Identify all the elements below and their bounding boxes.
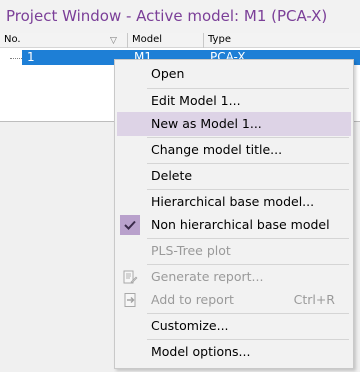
column-header-model-label: Model	[132, 34, 163, 45]
menu-item-open[interactable]: Open	[117, 62, 351, 86]
add-to-report-icon	[120, 290, 140, 310]
generate-report-icon	[120, 267, 140, 287]
menu-item-label: Non hierarchical base model	[151, 217, 330, 232]
menu-item-add-to-report[interactable]: Add to report Ctrl+R	[117, 288, 351, 312]
sort-indicator-icon: ▽	[110, 36, 117, 46]
row-number: 1	[27, 50, 35, 64]
column-header-type[interactable]: Type	[204, 33, 360, 48]
menu-item-label: PLS-Tree plot	[151, 243, 231, 258]
grid-header: No. ▽ Model Type	[0, 33, 360, 48]
menu-item-pls-tree-plot[interactable]: PLS-Tree plot	[117, 239, 351, 263]
menu-item-label: New as Model 1...	[151, 116, 262, 131]
column-header-no[interactable]: No. ▽	[0, 33, 128, 48]
column-header-model[interactable]: Model	[128, 33, 204, 48]
menu-item-generate-report[interactable]: Generate report...	[117, 265, 351, 289]
menu-item-delete[interactable]: Delete	[117, 164, 351, 188]
menu-item-label: Generate report...	[151, 269, 264, 284]
menu-item-model-options[interactable]: Model options...	[117, 340, 351, 364]
menu-item-edit-model[interactable]: Edit Model 1...	[117, 89, 351, 113]
menu-item-shortcut: Ctrl+R	[293, 292, 335, 307]
menu-item-non-hierarchical-base-model[interactable]: Non hierarchical base model	[117, 213, 351, 237]
menu-item-label: Edit Model 1...	[151, 93, 241, 108]
menu-item-label: Hierarchical base model...	[151, 194, 315, 209]
context-menu: Open Edit Model 1... New as Model 1... C…	[114, 59, 354, 369]
menu-item-label: Delete	[151, 168, 193, 183]
checkmark-icon	[120, 215, 140, 235]
menu-item-label: Add to report	[151, 292, 234, 307]
column-header-type-label: Type	[208, 34, 231, 45]
menu-item-hierarchical-base-model[interactable]: Hierarchical base model...	[117, 190, 351, 214]
tree-connector-line	[10, 58, 22, 59]
menu-item-label: Change model title...	[151, 142, 283, 157]
menu-item-new-as-model[interactable]: New as Model 1...	[117, 112, 351, 136]
window-title: Project Window - Active model: M1 (PCA-X…	[0, 0, 360, 33]
menu-item-change-model-title[interactable]: Change model title...	[117, 138, 351, 162]
menu-item-customize[interactable]: Customize...	[117, 314, 351, 338]
menu-item-label: Customize...	[151, 318, 229, 333]
column-header-no-label: No.	[4, 34, 21, 45]
menu-item-label: Model options...	[151, 344, 251, 359]
menu-item-label: Open	[151, 66, 185, 81]
